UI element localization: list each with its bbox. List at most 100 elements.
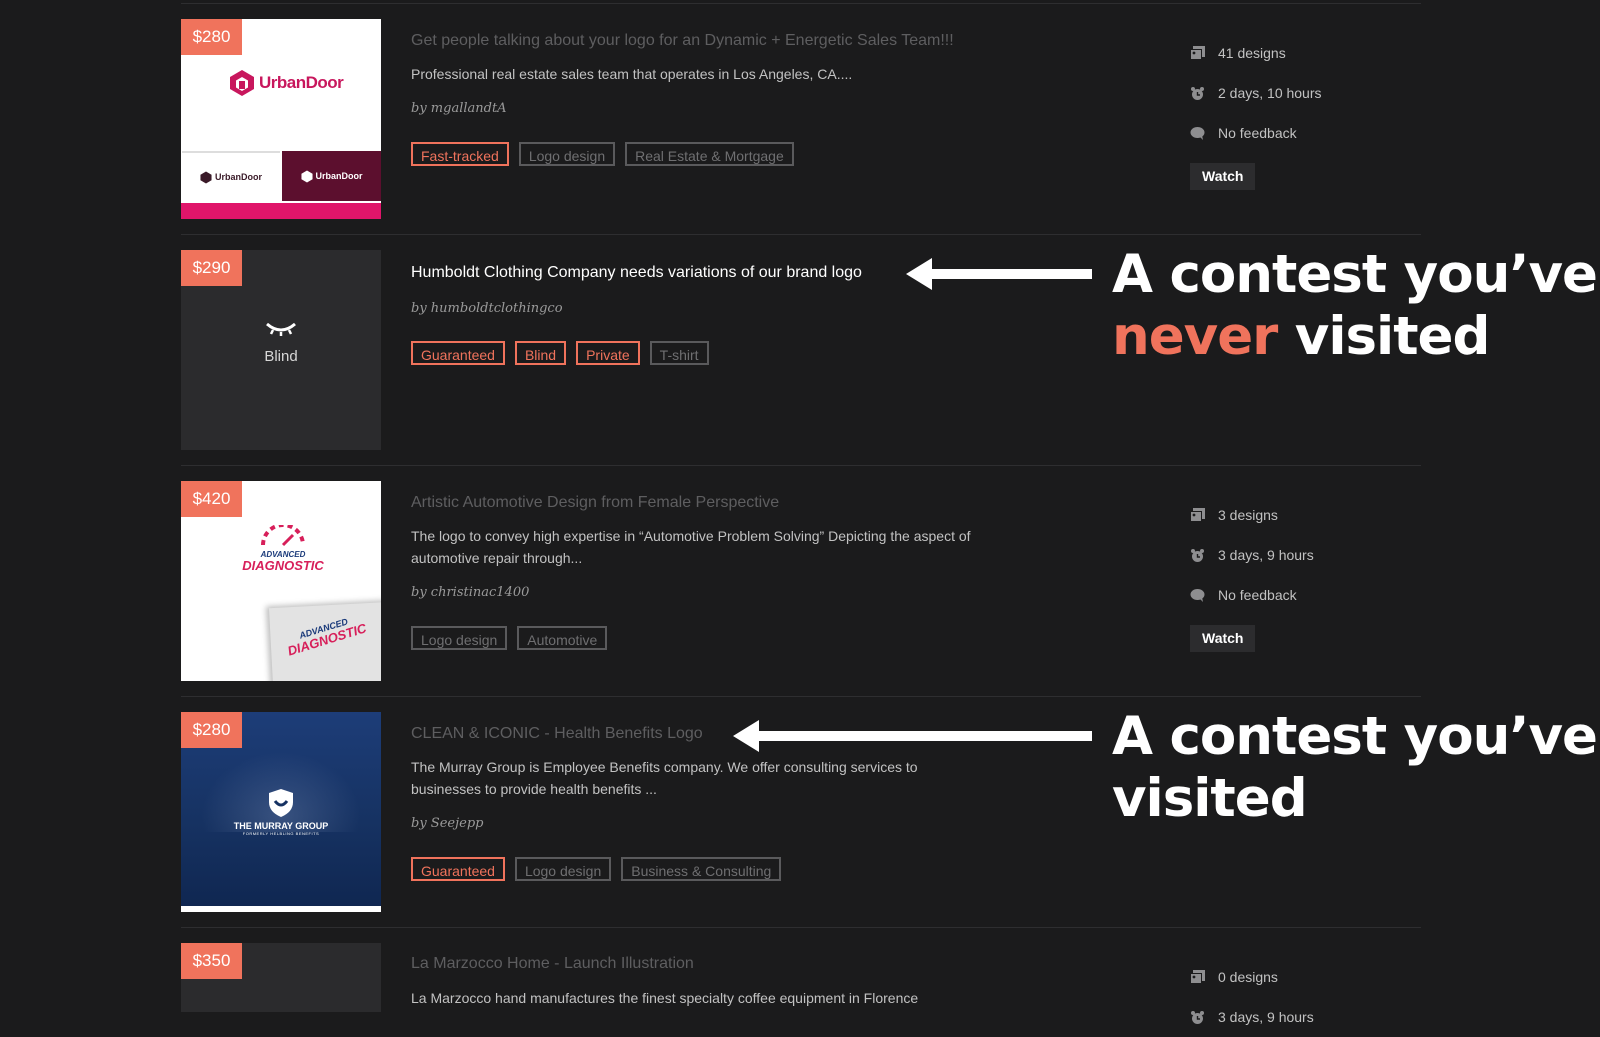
prize-badge: $350 [181, 943, 242, 979]
contest-author[interactable]: by christinac1400 [411, 585, 529, 600]
designs-icon [1190, 970, 1205, 984]
tag-logo-design[interactable]: Logo design [518, 142, 616, 166]
contest-title[interactable]: Humboldt Clothing Company needs variatio… [411, 264, 862, 282]
feedback-status: No feedback [1190, 575, 1390, 615]
contest-thumbnail[interactable]: $280 UrbanDoor UrbanDoor UrbanDoor [181, 19, 381, 219]
tag-industry[interactable]: Automotive [517, 626, 608, 650]
logo-mockup-paper: ADVANCED DIAGNOSTIC [268, 601, 381, 681]
urbandoor-wordmark-small: UrbanDoor [215, 172, 262, 182]
shield-icon [269, 789, 293, 817]
hexagon-icon [200, 171, 212, 183]
watch-button[interactable]: Watch [1190, 163, 1256, 190]
tag-private[interactable]: Private [576, 341, 640, 365]
row-divider [181, 696, 1421, 697]
contest-stats: 3 designs 3 days, 9 hours No feedback Wa… [1190, 495, 1390, 652]
contest-description: The Murray Group is Employee Benefits co… [411, 759, 918, 797]
watch-button[interactable]: Watch [1190, 625, 1256, 652]
designs-count: 0 designs [1190, 957, 1390, 997]
designs-icon [1190, 508, 1205, 522]
contest-thumbnail[interactable]: $280 THE MURRAY GROUP FORMERLY HELBLING … [181, 712, 381, 912]
tag-category[interactable]: T-shirt [649, 341, 709, 365]
tag-list: Logo design Automotive [411, 626, 608, 650]
row-divider [181, 465, 1421, 466]
logo-mock-dark: UrbanDoor [282, 151, 381, 201]
row-divider [181, 234, 1421, 235]
annotation-line: A contest you’ve [1112, 706, 1598, 767]
tag-blind[interactable]: Blind [514, 341, 567, 365]
hexagon-icon [300, 170, 313, 182]
contest-stats: 41 designs 2 days, 10 hours No feedback … [1190, 33, 1390, 190]
annotation-line: visited [1112, 768, 1308, 829]
logo-mock-light: UrbanDoor [182, 151, 280, 201]
time-left-text: 2 days, 10 hours [1218, 85, 1322, 101]
time-left: 3 days, 9 hours [1190, 535, 1390, 575]
tag-industry[interactable]: Real Estate & Mortgage [625, 142, 794, 166]
contest-thumbnail[interactable]: $290 Blind [181, 250, 381, 450]
designs-icon [1190, 46, 1205, 60]
tag-list: Guaranteed Blind Private T-shirt [411, 341, 709, 365]
logo-main-text: DIAGNOSTIC [242, 558, 324, 573]
feedback-icon [1190, 126, 1205, 140]
tag-industry[interactable]: Business & Consulting [621, 857, 782, 881]
blind-placeholder: Blind [181, 320, 381, 365]
tag-list: Guaranteed Logo design Business & Consul… [411, 857, 782, 881]
time-left: 2 days, 10 hours [1190, 73, 1390, 113]
designs-text: 0 designs [1218, 969, 1278, 985]
annotation-rest: visited [1277, 306, 1491, 367]
annotation-line: A contest you’ve [1112, 244, 1598, 305]
feedback-status: No feedback [1190, 113, 1390, 153]
murray-logo: THE MURRAY GROUP FORMERLY HELBLING BENEF… [181, 788, 381, 836]
contest-title[interactable]: La Marzocco Home - Launch Illustration [411, 955, 694, 973]
contest-author[interactable]: by humboldtclothingco [411, 301, 563, 316]
gauge-icon [261, 523, 305, 547]
designs-count: 41 designs [1190, 33, 1390, 73]
murray-tagline: FORMERLY HELBLING BENEFITS [242, 831, 320, 836]
contest-author[interactable]: by mgallandtA [411, 101, 507, 116]
urbandoor-logo: UrbanDoor [229, 69, 344, 97]
contest-title[interactable]: CLEAN & ICONIC - Health Benefits Logo [411, 725, 703, 743]
feedback-text: No feedback [1218, 587, 1297, 603]
thumbnail-accent-bar [181, 203, 381, 219]
contest-row: $280 UrbanDoor UrbanDoor UrbanDoor Get p… [0, 19, 1600, 219]
arrow-left-icon [906, 258, 1092, 290]
row-divider [181, 927, 1421, 928]
arrow-left-icon [733, 720, 1092, 752]
clock-icon [1191, 548, 1204, 562]
time-left-text: 3 days, 9 hours [1218, 1009, 1314, 1025]
contest-title[interactable]: Artistic Automotive Design from Female P… [411, 494, 779, 512]
time-left-text: 3 days, 9 hours [1218, 547, 1314, 563]
contest-thumbnail[interactable]: $350 [181, 943, 381, 1012]
tag-list: Fast-tracked Logo design Real Estate & M… [411, 142, 794, 166]
annotation-visited: A contest you’ve visited [1112, 706, 1598, 830]
annotation-never-visited: A contest you’ve never visited [1112, 244, 1598, 368]
tag-fast-tracked[interactable]: Fast-tracked [411, 142, 509, 166]
tag-guaranteed[interactable]: Guaranteed [411, 341, 505, 365]
annotation-line: never visited [1112, 306, 1597, 368]
contest-thumbnail[interactable]: $420 ADVANCED DIAGNOSTIC ADVANCED DIAGNO… [181, 481, 381, 681]
feedback-text: No feedback [1218, 125, 1297, 141]
designs-text: 41 designs [1218, 45, 1286, 61]
contest-author[interactable]: by Seejepp [411, 816, 483, 831]
feedback-icon [1190, 588, 1205, 602]
blind-label: Blind [264, 348, 298, 365]
contest-stats: 0 designs 3 days, 9 hours [1190, 957, 1390, 1037]
contest-description: La Marzocco hand manufactures the finest… [411, 990, 919, 1006]
annotation-accent: never [1112, 306, 1278, 367]
designs-count: 3 designs [1190, 495, 1390, 535]
contest-row: $420 ADVANCED DIAGNOSTIC ADVANCED DIAGNO… [0, 481, 1600, 681]
thumbnail-bottom-edge [181, 906, 381, 912]
contest-description: The logo to convey high expertise in “Au… [411, 528, 971, 566]
contest-title[interactable]: Get people talking about your logo for a… [411, 32, 954, 50]
tag-logo-design[interactable]: Logo design [514, 857, 612, 881]
contest-row: $350 La Marzocco Home - Launch Illustrat… [0, 943, 1600, 1025]
advanced-diagnostic-logo: ADVANCED DIAGNOSTIC [233, 523, 333, 573]
urbandoor-wordmark: UrbanDoor [259, 73, 344, 92]
contest-description: Professional real estate sales team that… [411, 66, 853, 82]
tag-logo-design[interactable]: Logo design [411, 626, 508, 650]
tag-guaranteed[interactable]: Guaranteed [411, 857, 505, 881]
closed-eye-icon [266, 322, 296, 336]
urbandoor-wordmark-small: UrbanDoor [315, 171, 363, 181]
row-divider [181, 3, 1421, 4]
prize-badge: $280 [181, 19, 242, 55]
prize-badge: $290 [181, 250, 242, 286]
